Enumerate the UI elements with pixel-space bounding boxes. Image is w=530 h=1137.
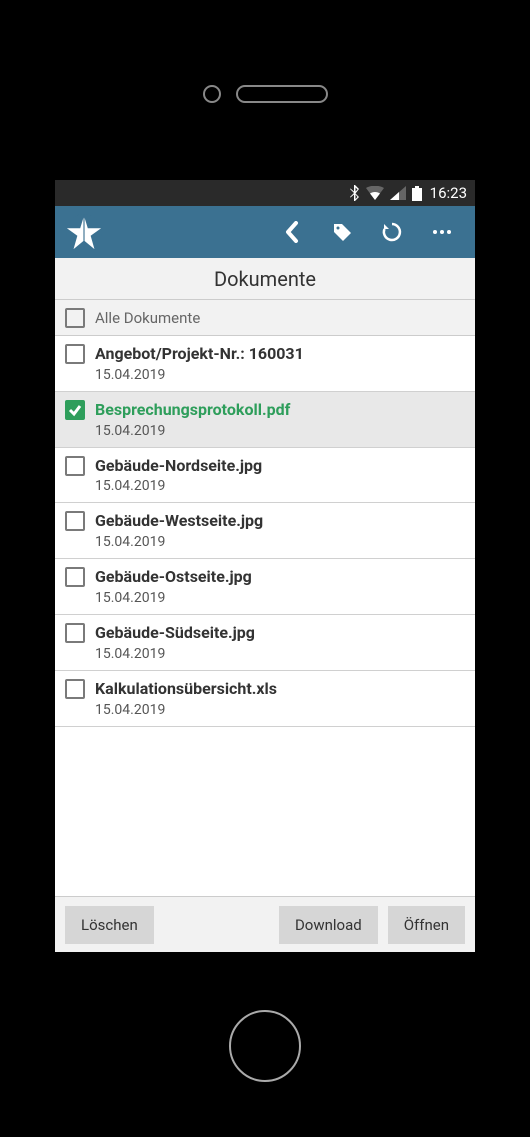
item-text: Gebäude-Ostseite.jpg 15.04.2019 xyxy=(95,567,252,606)
list-item[interactable]: Gebäude-Südseite.jpg 15.04.2019 xyxy=(55,615,475,671)
list-item[interactable]: Gebäude-Westseite.jpg 15.04.2019 xyxy=(55,503,475,559)
download-button[interactable]: Download xyxy=(279,906,378,944)
overflow-menu-button[interactable] xyxy=(417,207,467,257)
signal-icon xyxy=(390,186,406,200)
refresh-button[interactable] xyxy=(367,207,417,257)
item-text: Besprechungsprotokoll.pdf 15.04.2019 xyxy=(95,400,290,439)
toolbar-actions xyxy=(267,207,467,257)
home-button[interactable] xyxy=(229,1010,301,1082)
item-text: Gebäude-Nordseite.jpg15.04.2019 xyxy=(95,456,262,495)
item-title: Gebäude-Westseite.jpg xyxy=(95,511,263,532)
app-bar xyxy=(55,206,475,258)
item-title: Kalkulationsübersicht.xls xyxy=(95,679,277,700)
battery-icon xyxy=(412,186,422,201)
chevron-left-icon xyxy=(284,221,300,243)
item-checkbox[interactable] xyxy=(65,456,85,476)
delete-button[interactable]: Löschen xyxy=(65,906,154,944)
list-item[interactable]: Kalkulationsübersicht.xls 15.04.2019 xyxy=(55,671,475,727)
item-title: Gebäude-Ostseite.jpg xyxy=(95,567,252,588)
item-text: Kalkulationsübersicht.xls 15.04.2019 xyxy=(95,679,277,718)
list-item[interactable]: Besprechungsprotokoll.pdf 15.04.2019 xyxy=(55,392,475,448)
back-button[interactable] xyxy=(267,207,317,257)
item-checkbox[interactable] xyxy=(65,344,85,364)
refresh-icon xyxy=(381,221,403,243)
item-date: 15.04.2019 xyxy=(95,423,290,439)
item-checkbox[interactable] xyxy=(65,511,85,531)
wifi-icon xyxy=(366,186,384,200)
item-checkbox[interactable] xyxy=(65,679,85,699)
item-checkbox[interactable] xyxy=(65,623,85,643)
status-bar: 16:23 xyxy=(55,180,475,206)
speaker-grill xyxy=(236,85,328,103)
item-checkbox[interactable] xyxy=(65,567,85,587)
item-checkbox[interactable] xyxy=(65,400,85,420)
item-date: 15.04.2019 xyxy=(95,478,262,494)
page-title: Dokumente xyxy=(55,258,475,300)
bottom-action-bar: Löschen Download Öffnen xyxy=(55,896,475,952)
item-title: Gebäude-Südseite.jpg xyxy=(95,623,255,644)
item-text: Angebot/Projekt-Nr.: 160031 15.04.2019 xyxy=(95,344,304,383)
open-button[interactable]: Öffnen xyxy=(388,906,465,944)
item-title: Gebäude-Nordseite.jpg xyxy=(95,456,262,477)
item-date: 15.04.2019 xyxy=(95,702,277,718)
tag-button[interactable] xyxy=(317,207,367,257)
phone-top-hardware xyxy=(0,85,530,103)
list-item[interactable]: Angebot/Projekt-Nr.: 160031 15.04.2019 xyxy=(55,336,475,392)
app-logo-star-icon xyxy=(65,213,103,251)
screen: 16:23 xyxy=(55,180,475,952)
select-all-checkbox[interactable] xyxy=(65,308,85,328)
item-date: 15.04.2019 xyxy=(95,646,255,662)
item-text: Gebäude-Südseite.jpg 15.04.2019 xyxy=(95,623,255,662)
item-date: 15.04.2019 xyxy=(95,534,263,550)
list-item[interactable]: Gebäude-Ostseite.jpg 15.04.2019 xyxy=(55,559,475,615)
phone-frame: 16:23 xyxy=(0,0,530,1137)
item-text: Gebäude-Westseite.jpg 15.04.2019 xyxy=(95,511,263,550)
select-all-row[interactable]: Alle Dokumente xyxy=(55,300,475,336)
status-time: 16:23 xyxy=(430,184,467,202)
item-date: 15.04.2019 xyxy=(95,367,304,383)
document-list: Angebot/Projekt-Nr.: 16003115.04.2019Bes… xyxy=(55,336,475,896)
list-item[interactable]: Gebäude-Nordseite.jpg15.04.2019 xyxy=(55,448,475,504)
bluetooth-icon xyxy=(350,185,360,201)
sensor-hole xyxy=(203,85,221,103)
item-title: Angebot/Projekt-Nr.: 160031 xyxy=(95,344,304,365)
page-title-text: Dokumente xyxy=(214,267,316,291)
more-horizontal-icon xyxy=(432,229,452,235)
item-title: Besprechungsprotokoll.pdf xyxy=(95,400,290,421)
tag-icon xyxy=(331,221,353,243)
item-date: 15.04.2019 xyxy=(95,590,252,606)
select-all-label: Alle Dokumente xyxy=(95,309,200,327)
